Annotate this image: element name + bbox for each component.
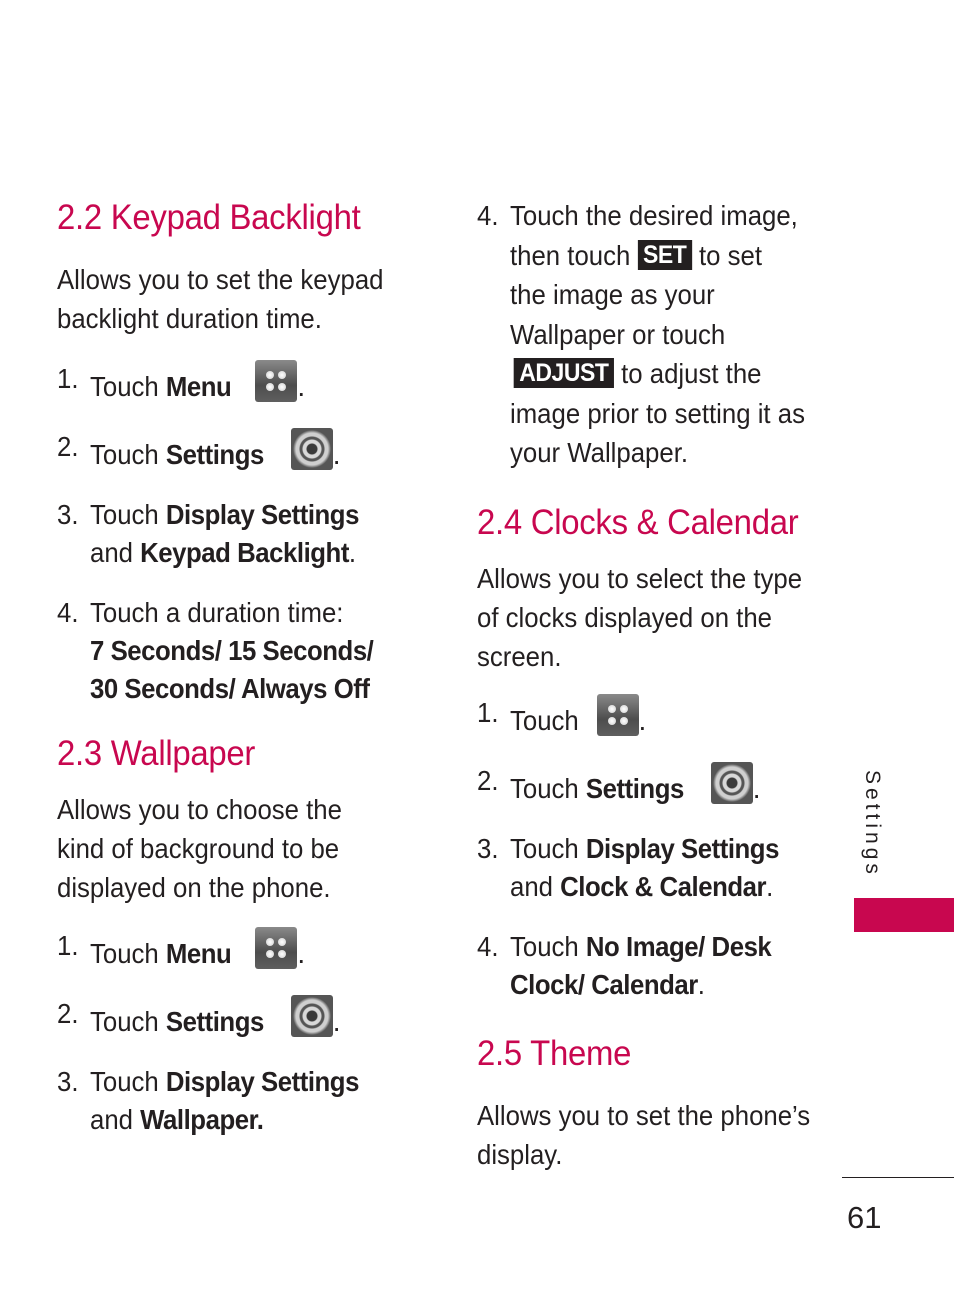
settings-label: Settings <box>165 439 264 470</box>
menu-icon <box>255 927 298 969</box>
section-desc-line: Allows you to set the keypad <box>57 264 384 295</box>
settings-gear-icon <box>710 761 753 804</box>
set-button[interactable]: SET <box>637 239 692 270</box>
menu-label: Menu <box>165 371 232 402</box>
section-desc-line: Allows you to select the type <box>477 562 803 594</box>
settings-gear-icon <box>290 995 333 1037</box>
section-title-theme: 2.5 Theme <box>477 1033 632 1073</box>
side-tab-label: Settings <box>861 770 884 878</box>
section-title-clocks-calendar: 2.4 Clocks & Calendar <box>477 502 799 542</box>
section-desc-line: Allows you to set the phone’s <box>477 1099 811 1131</box>
step-2: 2. Touch Settings . <box>57 995 427 1041</box>
footer-divider <box>842 1177 954 1178</box>
step-3: 3. Touch Display Settings and Clock & Ca… <box>477 832 779 902</box>
page-number: 61 <box>847 1200 882 1235</box>
step-4: 4. Touch a duration time: 7 Seconds/ 15 … <box>57 597 374 704</box>
step-4: 4. Touch No Image/ Desk Clock/ Calendar. <box>477 930 772 1000</box>
left-column: 2.2 Keypad Backlight Allows you to set t… <box>57 196 427 1139</box>
step-1: 1. Touch Menu . <box>57 927 427 973</box>
right-column: 4. Touch the desired image, then touch S… <box>477 196 847 1174</box>
step-4: 4. Touch the desired image, then touch S… <box>477 200 805 468</box>
duration-options: 7 Seconds/ 15 Seconds/ <box>90 635 374 666</box>
section-desc-line: backlight duration time. <box>57 303 322 334</box>
section-desc-line: screen. <box>477 640 562 672</box>
duration-options: 30 Seconds/ Always Off <box>90 673 370 704</box>
step-3: 3. Touch Display Settings and Wallpaper. <box>57 1066 359 1135</box>
menu-icon <box>255 360 298 402</box>
side-tab-marker <box>854 898 954 932</box>
adjust-button[interactable]: ADJUST <box>513 358 614 388</box>
section-desc-line: display. <box>477 1138 563 1170</box>
section-title-keypad-backlight: 2.2 Keypad Backlight <box>57 198 361 237</box>
step-1: 1. Touch Menu . <box>57 360 427 406</box>
section-desc-line: of clocks displayed on the <box>477 601 772 633</box>
section-desc-line: kind of background to be <box>57 833 340 864</box>
section-title-wallpaper: 2.3 Wallpaper <box>57 734 256 773</box>
step-2: 2. Touch Settings . <box>57 428 427 474</box>
section-desc-line: Allows you to choose the <box>57 794 342 825</box>
section-desc-line: displayed on the phone. <box>57 872 331 903</box>
step-1: 1. Touch . <box>477 693 847 740</box>
step-3: 3. Touch Display Settings and Keypad Bac… <box>57 499 359 568</box>
settings-gear-icon <box>290 428 333 470</box>
menu-icon <box>596 693 639 736</box>
step-2: 2. Touch Settings . <box>477 761 847 808</box>
